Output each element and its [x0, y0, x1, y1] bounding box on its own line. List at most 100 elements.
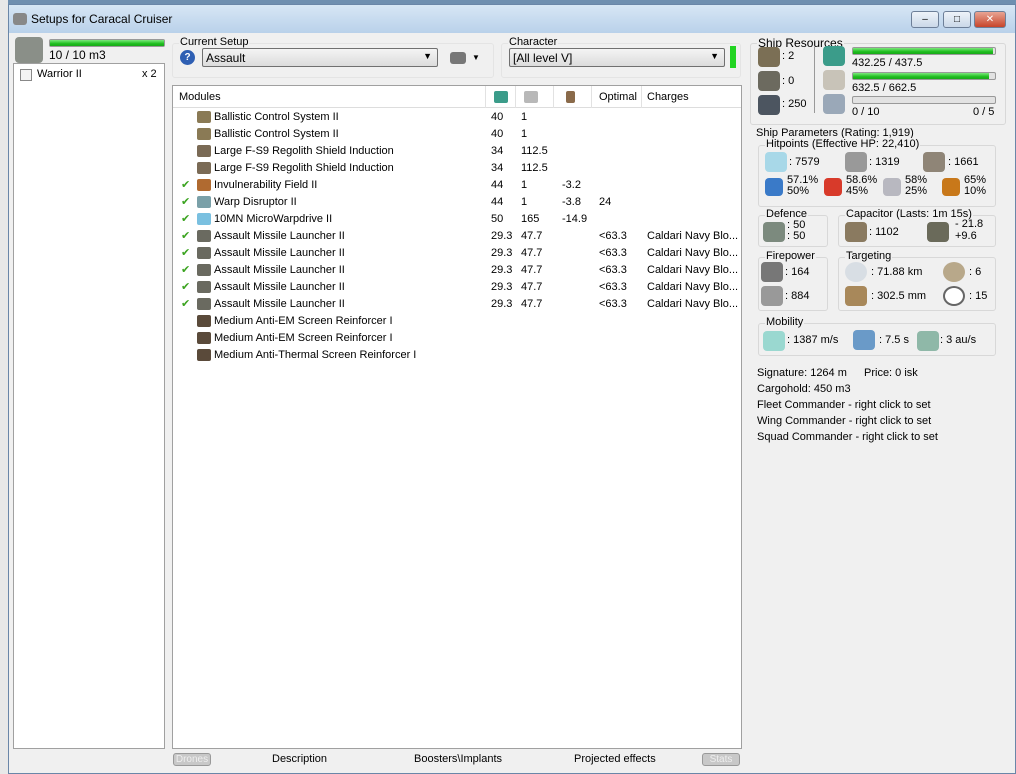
wing-commander[interactable]: Wing Commander - right click to set — [757, 415, 931, 427]
module-row[interactable]: ✔ Assault Missile Launcher II 29.3 47.7 <63.… — [173, 262, 741, 279]
powergrid-icon — [823, 70, 845, 90]
missile-launcher-icon — [197, 281, 211, 293]
targeting-range-icon — [845, 262, 867, 282]
drone-bay-icon — [15, 37, 43, 63]
cpu-icon[interactable] — [494, 91, 508, 103]
tab-description[interactable]: Description — [272, 753, 327, 765]
dps-icon — [761, 286, 783, 306]
module-name: Large F-S9 Regolith Shield Induction — [214, 145, 394, 157]
setup-dropdown[interactable]: Assault ▼ — [202, 48, 438, 67]
ship-resources-group: Ship Resources : 2 : 0 : 250 432.25 / 43… — [750, 36, 1006, 125]
module-name: Assault Missile Launcher II — [214, 298, 345, 310]
calibration-icon — [758, 95, 780, 115]
module-cpu: 40 — [491, 111, 504, 123]
fleet-commander[interactable]: Fleet Commander - right click to set — [757, 399, 931, 411]
scan-resolution: : 302.5 mm — [871, 290, 927, 302]
volley-value: : 164 — [785, 266, 810, 278]
close-button[interactable]: ✕ — [974, 11, 1006, 28]
module-row[interactable]: ✔ Assault Missile Launcher II 29.3 47.7 <63.… — [173, 279, 741, 296]
module-cpu: 34 — [491, 145, 504, 157]
module-name: Ballistic Control System II — [214, 111, 339, 123]
capacitor-icon[interactable] — [566, 91, 575, 103]
character-dropdown[interactable]: [All level V] ▼ — [509, 48, 725, 67]
shield-rig-icon — [197, 145, 211, 157]
kinetic-icon — [883, 178, 901, 196]
module-name: Assault Missile Launcher II — [214, 247, 345, 259]
module-powergrid: 47.7 — [521, 247, 543, 259]
module-powergrid: 112.5 — [521, 162, 548, 174]
module-cpu: 50 — [491, 213, 504, 225]
module-row[interactable]: ✔ 10MN MicroWarpdrive II 50 165 -14.9 — [173, 211, 741, 228]
squad-commander[interactable]: Squad Commander - right click to set — [757, 431, 938, 443]
module-optimal: 24 — [599, 196, 612, 208]
invuln-field-icon — [197, 179, 211, 191]
module-optimal: <63.3 — [599, 247, 627, 259]
module-cpu: 44 — [491, 179, 504, 191]
ship-menu-icon[interactable] — [450, 52, 466, 64]
maximize-button[interactable]: □ — [943, 11, 971, 28]
module-charges: Caldari Navy Blo... — [647, 281, 739, 293]
module-cpu: 29.3 — [491, 281, 513, 293]
drone-checkbox[interactable] — [20, 69, 32, 81]
powergrid-icon[interactable] — [524, 91, 538, 103]
resist-value-b: 10% — [964, 185, 987, 197]
module-powergrid: 112.5 — [521, 145, 548, 157]
launcher-hardpoint-icon — [758, 71, 780, 91]
ballistic-control-icon — [197, 111, 211, 123]
sensor-strength-icon — [943, 286, 965, 306]
module-optimal: <63.3 — [599, 230, 627, 242]
module-row[interactable]: Medium Anti-EM Screen Reinforcer I — [173, 313, 741, 330]
tab-stats[interactable]: Stats — [702, 753, 740, 766]
calibration-value: : 250 — [782, 98, 807, 110]
module-cpu: 34 — [491, 162, 504, 174]
capacitor-use: - 21.8 — [955, 218, 984, 230]
drone-bandwidth-value: 0 / 10 — [852, 106, 880, 118]
column-modules[interactable]: Modules — [179, 91, 221, 103]
module-row[interactable]: Ballistic Control System II 40 1 — [173, 109, 741, 126]
missile-launcher-icon — [197, 230, 211, 242]
drone-item[interactable]: Warrior II x 2 — [14, 66, 164, 83]
column-optimal[interactable]: Optimal — [599, 91, 637, 103]
hitpoints-title: Hitpoints (Effective HP: 22,410) — [765, 138, 921, 150]
module-row[interactable]: ✔ Assault Missile Launcher II 29.3 47.7 <63.… — [173, 296, 741, 313]
capacitor-regen: +9.6 — [955, 230, 977, 242]
capacitor-title: Capacitor (Lasts: 1m 15s) — [845, 208, 973, 220]
price: Price: 0 isk — [864, 367, 918, 379]
character-label: Character — [508, 36, 559, 48]
help-icon[interactable]: ? — [180, 50, 195, 65]
title-bar[interactable]: Setups for Caracal Cruiser – □ ✕ — [9, 5, 1015, 33]
tab-projected-effects[interactable]: Projected effects — [574, 753, 656, 765]
armor-icon — [845, 152, 867, 172]
ship-parameters-group: Ship Parameters (Rating: 1,919) Hitpoint… — [750, 127, 1006, 445]
module-name: Assault Missile Launcher II — [214, 264, 345, 276]
tab-drones[interactable]: Drones — [173, 753, 211, 766]
module-row[interactable]: ✔ Assault Missile Launcher II 29.3 47.7 <63.… — [173, 228, 741, 245]
module-row[interactable]: Medium Anti-Thermal Screen Reinforcer I — [173, 347, 741, 364]
module-row[interactable]: ✔ Invulnerability Field II 44 1 -3.2 — [173, 177, 741, 194]
active-check-icon: ✔ — [181, 179, 191, 191]
module-cpu: 29.3 — [491, 247, 513, 259]
module-row[interactable]: Medium Anti-EM Screen Reinforcer I — [173, 330, 741, 347]
module-name: Assault Missile Launcher II — [214, 281, 345, 293]
module-row[interactable]: Large F-S9 Regolith Shield Induction 34 11… — [173, 160, 741, 177]
chevron-down-icon[interactable]: ▼ — [472, 53, 480, 62]
capacitor-group: Capacitor (Lasts: 1m 15s) : 1102 - 21.8 … — [838, 208, 996, 247]
drones-active-value: 0 / 5 — [973, 106, 995, 118]
max-targets: : 6 — [969, 266, 982, 278]
align-time: : 7.5 s — [879, 334, 909, 346]
tab-boosters-implants[interactable]: Boosters\Implants — [414, 753, 502, 765]
module-row[interactable]: Ballistic Control System II 40 1 — [173, 126, 741, 143]
active-check-icon: ✔ — [181, 247, 191, 259]
column-charges[interactable]: Charges — [647, 91, 689, 103]
capacitor-amount: : 1102 — [869, 226, 899, 238]
capacitor-icon — [845, 222, 867, 242]
module-row[interactable]: Large F-S9 Regolith Shield Induction 34 11… — [173, 143, 741, 160]
module-row[interactable]: ✔ Assault Missile Launcher II 29.3 47.7 <63.… — [173, 245, 741, 262]
module-row[interactable]: ✔ Warp Disruptor II 44 1 -3.8 24 — [173, 194, 741, 211]
active-check-icon: ✔ — [181, 281, 191, 293]
defence-value-b: : 50 — [787, 230, 806, 242]
minimize-button[interactable]: – — [911, 11, 939, 28]
max-velocity: : 1387 m/s — [787, 334, 839, 346]
signature-radius: Signature: 1264 m — [757, 367, 847, 379]
module-name: Large F-S9 Regolith Shield Induction — [214, 162, 394, 174]
